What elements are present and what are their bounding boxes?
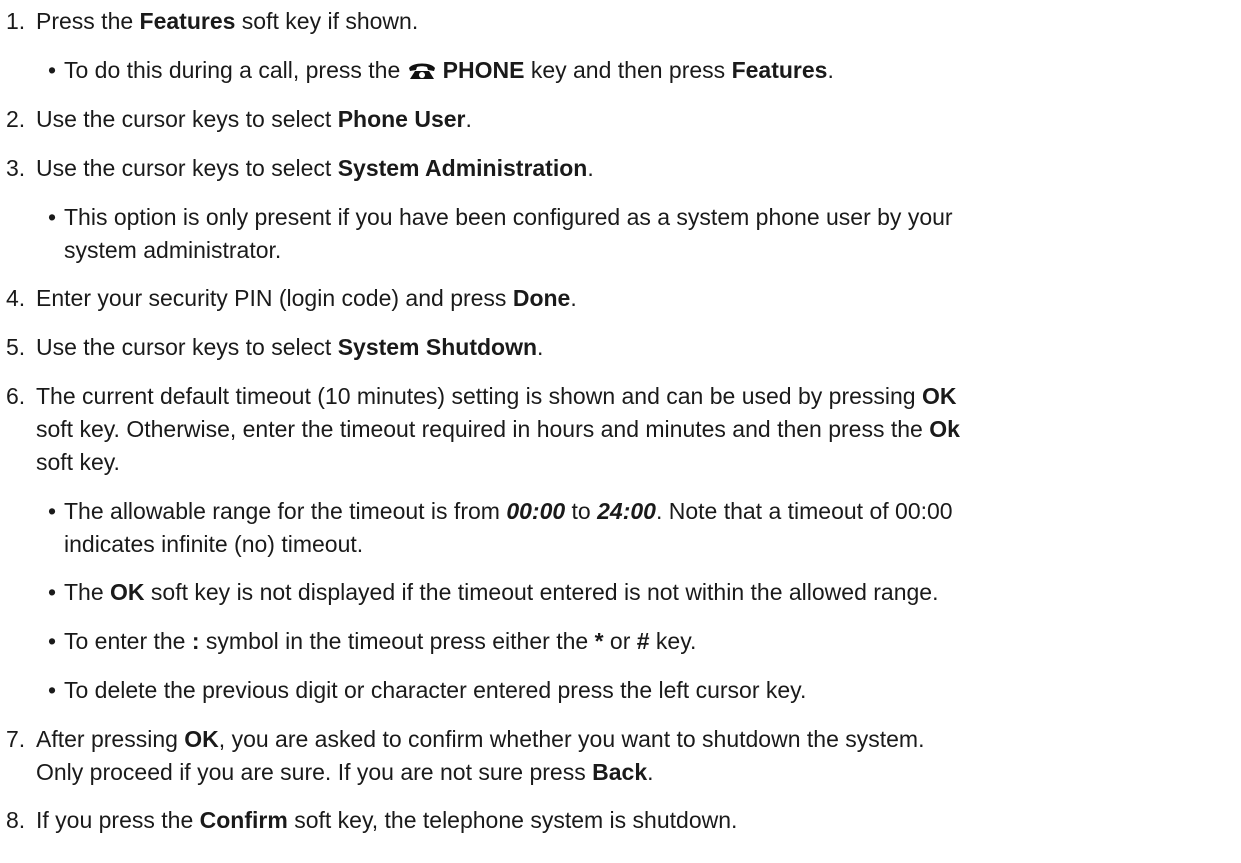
text-run: , you are asked to confirm whether you w… xyxy=(218,726,925,752)
step-text: If you press the Confirm soft key, the t… xyxy=(36,804,1226,837)
bold-term: Features xyxy=(731,57,828,83)
text-run: . Note that a timeout of 00:00 xyxy=(655,498,953,524)
text-run: Press the xyxy=(36,8,140,34)
bold-term: 00:00 xyxy=(506,498,566,524)
bullet-dot: • xyxy=(48,677,57,703)
text-run: or xyxy=(603,628,637,654)
text-run: Enter your security PIN (login code) and… xyxy=(36,285,513,311)
step-text: The current default timeout (10 minutes)… xyxy=(36,380,1226,479)
text-run: key and then press xyxy=(524,57,732,83)
telephone-icon xyxy=(407,57,437,90)
text-run: . xyxy=(537,334,544,360)
bold-term: PHONE xyxy=(442,57,525,83)
bold-term: # xyxy=(636,628,650,654)
text-run: soft key if shown. xyxy=(235,8,419,34)
text-run: soft key, the telephone system is shutdo… xyxy=(287,807,738,833)
text-run: To delete the previous digit or characte… xyxy=(64,677,807,703)
bullet-dot: • xyxy=(48,204,57,230)
text-run: Use the cursor keys to select xyxy=(36,155,338,181)
step-number: 1. xyxy=(6,8,26,34)
bold-term: 24:00 xyxy=(597,498,656,524)
bold-term: Confirm xyxy=(199,807,288,833)
bold-term: System Shutdown xyxy=(337,334,538,360)
step-text: Use the cursor keys to select System Shu… xyxy=(36,331,1226,364)
text-run: . xyxy=(587,155,594,181)
bold-term: Phone User xyxy=(337,106,466,132)
text-run: key. xyxy=(649,628,697,654)
bold-term: Done xyxy=(512,285,571,311)
text-run: The current default timeout (10 minutes)… xyxy=(36,383,922,409)
bold-term: Back xyxy=(592,759,648,785)
step-number: 5. xyxy=(6,334,26,360)
bold-term: Features xyxy=(139,8,236,34)
text-run: The allowable range for the timeout is f… xyxy=(64,498,507,524)
bold-term: OK xyxy=(184,726,219,752)
step-number: 3. xyxy=(6,155,26,181)
text-run: The xyxy=(64,579,111,605)
text-run: . xyxy=(647,759,654,785)
step-text: Use the cursor keys to select Phone User… xyxy=(36,103,1226,136)
text-run: . xyxy=(570,285,577,311)
step-number: 8. xyxy=(6,807,26,833)
text-run: . xyxy=(827,57,834,83)
text-run: If you press the xyxy=(36,807,200,833)
text-run: Use the cursor keys to select xyxy=(36,334,338,360)
bold-term: Ok xyxy=(929,416,960,442)
text-run: soft key is not displayed if the timeout… xyxy=(144,579,939,605)
text-run: After pressing xyxy=(36,726,185,752)
text-run: indicates infinite (no) timeout. xyxy=(64,531,364,557)
text-run: To enter the xyxy=(64,628,192,654)
text-run: . xyxy=(465,106,472,132)
step-number: 2. xyxy=(6,106,26,132)
bold-term: OK xyxy=(921,383,957,409)
bullet-text: The allowable range for the timeout is f… xyxy=(64,495,1224,561)
step-number: 7. xyxy=(6,726,26,752)
bold-term: System Administration xyxy=(337,155,588,181)
text-run: soft key. Otherwise, enter the timeout r… xyxy=(36,416,930,442)
bold-term: : xyxy=(191,628,200,654)
step-text: Use the cursor keys to select System Adm… xyxy=(36,152,1226,185)
text-run: This option is only present if you have … xyxy=(64,204,953,230)
step-text: After pressing OK, you are asked to conf… xyxy=(36,723,1226,789)
bullet-text: To enter the : symbol in the timeout pre… xyxy=(64,625,1224,658)
bold-term: OK xyxy=(110,579,145,605)
bullet-text: The OK soft key is not displayed if the … xyxy=(64,576,1224,609)
step-number: 4. xyxy=(6,285,26,311)
step-text: Press the Features soft key if shown. xyxy=(36,5,1226,38)
bullet-dot: • xyxy=(48,628,57,654)
bold-term: * xyxy=(594,628,604,654)
bullet-dot: • xyxy=(48,498,57,524)
text-run: system administrator. xyxy=(64,237,282,263)
step-text: Enter your security PIN (login code) and… xyxy=(36,282,1226,315)
text-run: To do this during a call, press the xyxy=(64,57,407,83)
bullet-dot: • xyxy=(48,57,57,83)
bullet-text: This option is only present if you have … xyxy=(64,201,1224,267)
text-run: Only proceed if you are sure. If you are… xyxy=(36,759,593,785)
text-run: Use the cursor keys to select xyxy=(36,106,338,132)
bullet-text: To do this during a call, press the PHON… xyxy=(64,54,1224,90)
step-number: 6. xyxy=(6,383,26,409)
text-run: to xyxy=(565,498,598,524)
bullet-dot: • xyxy=(48,579,57,605)
text-run: soft key. xyxy=(36,449,120,475)
bullet-text: To delete the previous digit or characte… xyxy=(64,674,1224,707)
text-run: symbol in the timeout press either the xyxy=(199,628,595,654)
